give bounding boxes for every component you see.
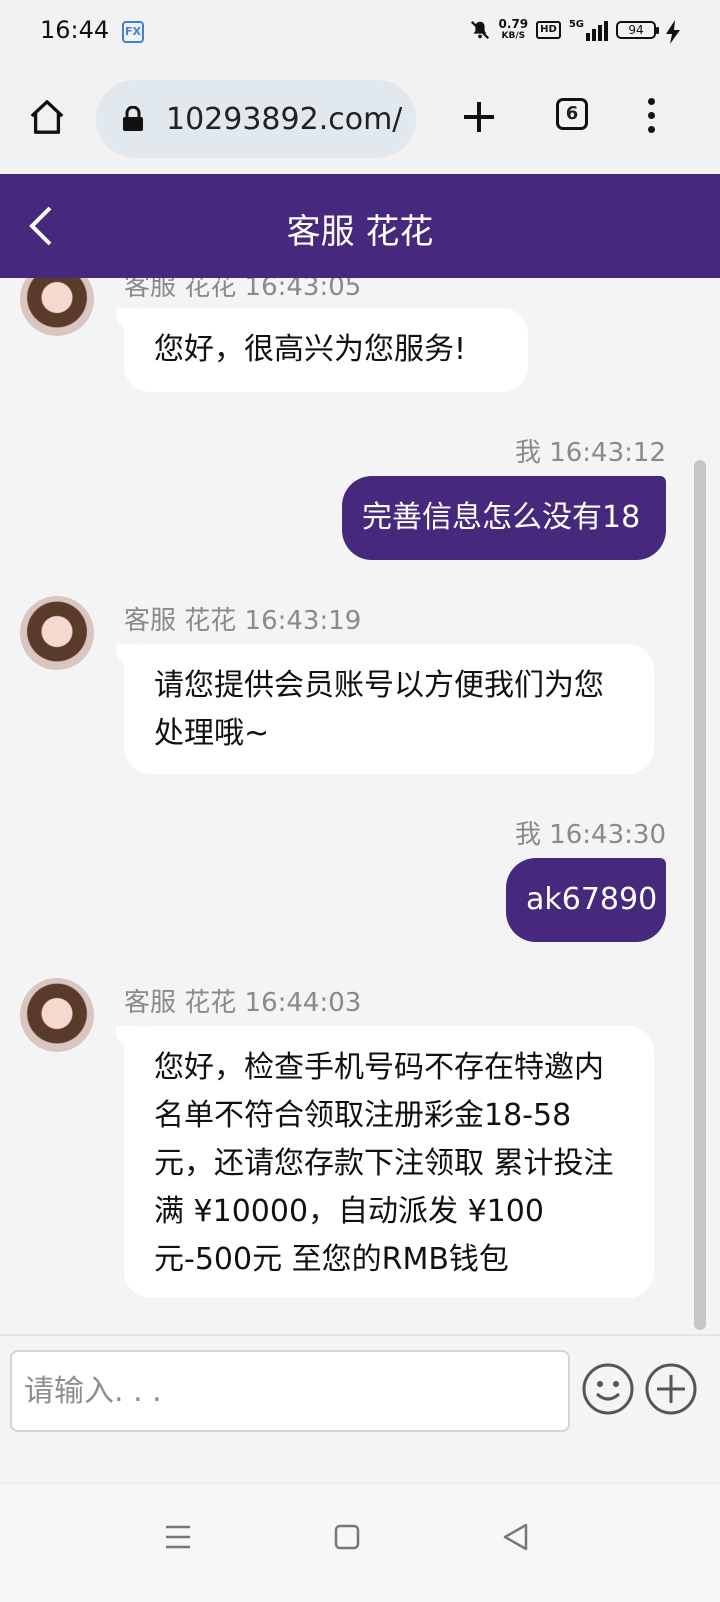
message-meta: 客服 花花 16:43:05 — [124, 278, 362, 302]
add-attachment-icon[interactable] — [644, 1362, 698, 1416]
signal-5g-icon: 5G — [569, 19, 608, 41]
browser-toolbar: 10293892.com/W 6 — [0, 64, 720, 174]
message-input[interactable] — [10, 1350, 570, 1432]
bell-muted-icon — [470, 20, 489, 40]
scrollbar[interactable] — [694, 460, 706, 1330]
recent-apps-icon[interactable] — [164, 1524, 192, 1550]
url-text[interactable]: 10293892.com/W — [166, 102, 402, 137]
nav-home-icon[interactable] — [334, 1524, 360, 1550]
chat-message-list[interactable]: 客服 花花 16:43:05 您好，很高兴为您服务! 我 16:43:12 完善… — [0, 278, 720, 1334]
message-bubble-agent: 请您提供会员账号以方便我们为您处理哦~ — [116, 644, 654, 774]
agent-avatar — [20, 978, 94, 1052]
message-bubble-me: ak67890 — [506, 858, 666, 942]
message-bubble-agent: 您好，很高兴为您服务! — [116, 308, 528, 392]
network-speed: 0.79 KB/S — [499, 18, 529, 42]
status-bar: 16:44 FX 0.79 KB/S HD 5G 94 — [0, 0, 720, 64]
message-meta: 客服 花花 16:43:19 — [124, 606, 362, 636]
message-bubble-me: 完善信息怎么没有18 — [342, 476, 666, 560]
status-indicators: 0.79 KB/S HD 5G 94 — [469, 18, 659, 42]
message-meta: 客服 花花 16:44:03 — [124, 988, 362, 1018]
tabs-count-button[interactable]: 6 — [556, 98, 588, 130]
signal-label: 5G — [568, 19, 584, 30]
chat-header: 客服 花花 — [0, 174, 720, 278]
more-menu-icon[interactable] — [644, 98, 658, 136]
agent-avatar — [20, 596, 94, 670]
message-bubble-agent: 您好，检查手机号码不存在特邀内名单不符合领取注册彩金18-58元，还请您存款下注… — [116, 1026, 654, 1298]
message-meta: 我 16:43:12 — [514, 438, 666, 468]
home-icon[interactable] — [28, 98, 66, 136]
network-speed-value: 0.79 — [498, 17, 529, 31]
message-meta: 我 16:43:30 — [514, 820, 666, 850]
system-navigation-bar — [0, 1482, 720, 1602]
charging-bolt-icon — [666, 20, 680, 44]
hd-badge: HD — [536, 21, 561, 39]
url-bar[interactable]: 10293892.com/W — [96, 80, 416, 158]
network-speed-unit: KB/S — [501, 31, 526, 41]
battery-icon: 94 — [616, 21, 659, 39]
nav-back-icon[interactable] — [502, 1522, 530, 1552]
status-time: 16:44 — [40, 16, 110, 44]
message-input-bar — [0, 1334, 720, 1484]
agent-avatar — [20, 278, 94, 336]
emoji-icon[interactable] — [581, 1362, 635, 1416]
lock-icon — [123, 106, 143, 131]
fx-app-icon: FX — [122, 21, 144, 43]
chat-title: 客服 花花 — [286, 212, 434, 252]
new-tab-plus-icon[interactable] — [462, 100, 496, 134]
